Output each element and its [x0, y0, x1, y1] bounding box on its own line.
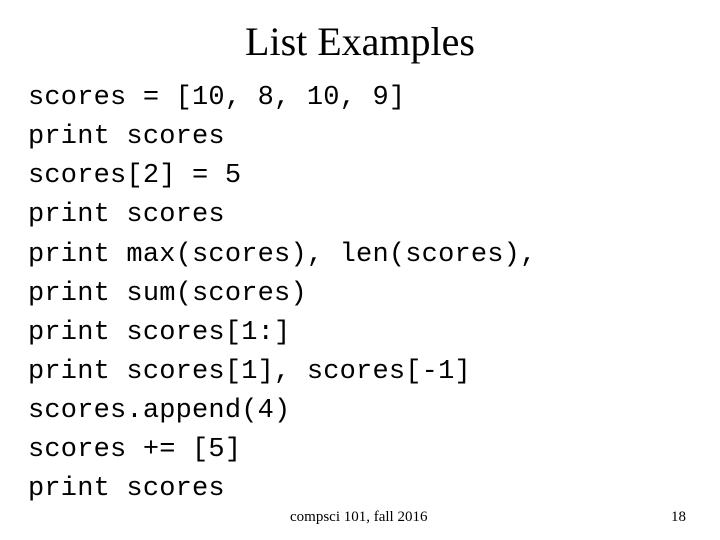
code-line: print scores	[28, 122, 225, 152]
footer-page-number: 18	[671, 509, 686, 526]
code-line: print scores[1], scores[-1]	[28, 357, 471, 387]
code-line: print scores	[28, 200, 225, 230]
code-block: scores = [10, 8, 10, 9] print scores sco…	[28, 79, 692, 510]
slide-title: List Examples	[28, 18, 692, 65]
footer-course: compsci 101, fall 2016	[290, 509, 427, 526]
code-line: print sum(scores)	[28, 279, 307, 309]
code-line: scores += [5]	[28, 435, 241, 465]
code-line: scores[2] = 5	[28, 161, 241, 191]
code-line: scores.append(4)	[28, 396, 290, 426]
code-line: scores = [10, 8, 10, 9]	[28, 83, 405, 113]
code-line: print scores	[28, 474, 225, 504]
slide: List Examples scores = [10, 8, 10, 9] pr…	[0, 0, 720, 540]
code-line: print scores[1:]	[28, 318, 290, 348]
code-line: print max(scores), len(scores),	[28, 240, 536, 270]
